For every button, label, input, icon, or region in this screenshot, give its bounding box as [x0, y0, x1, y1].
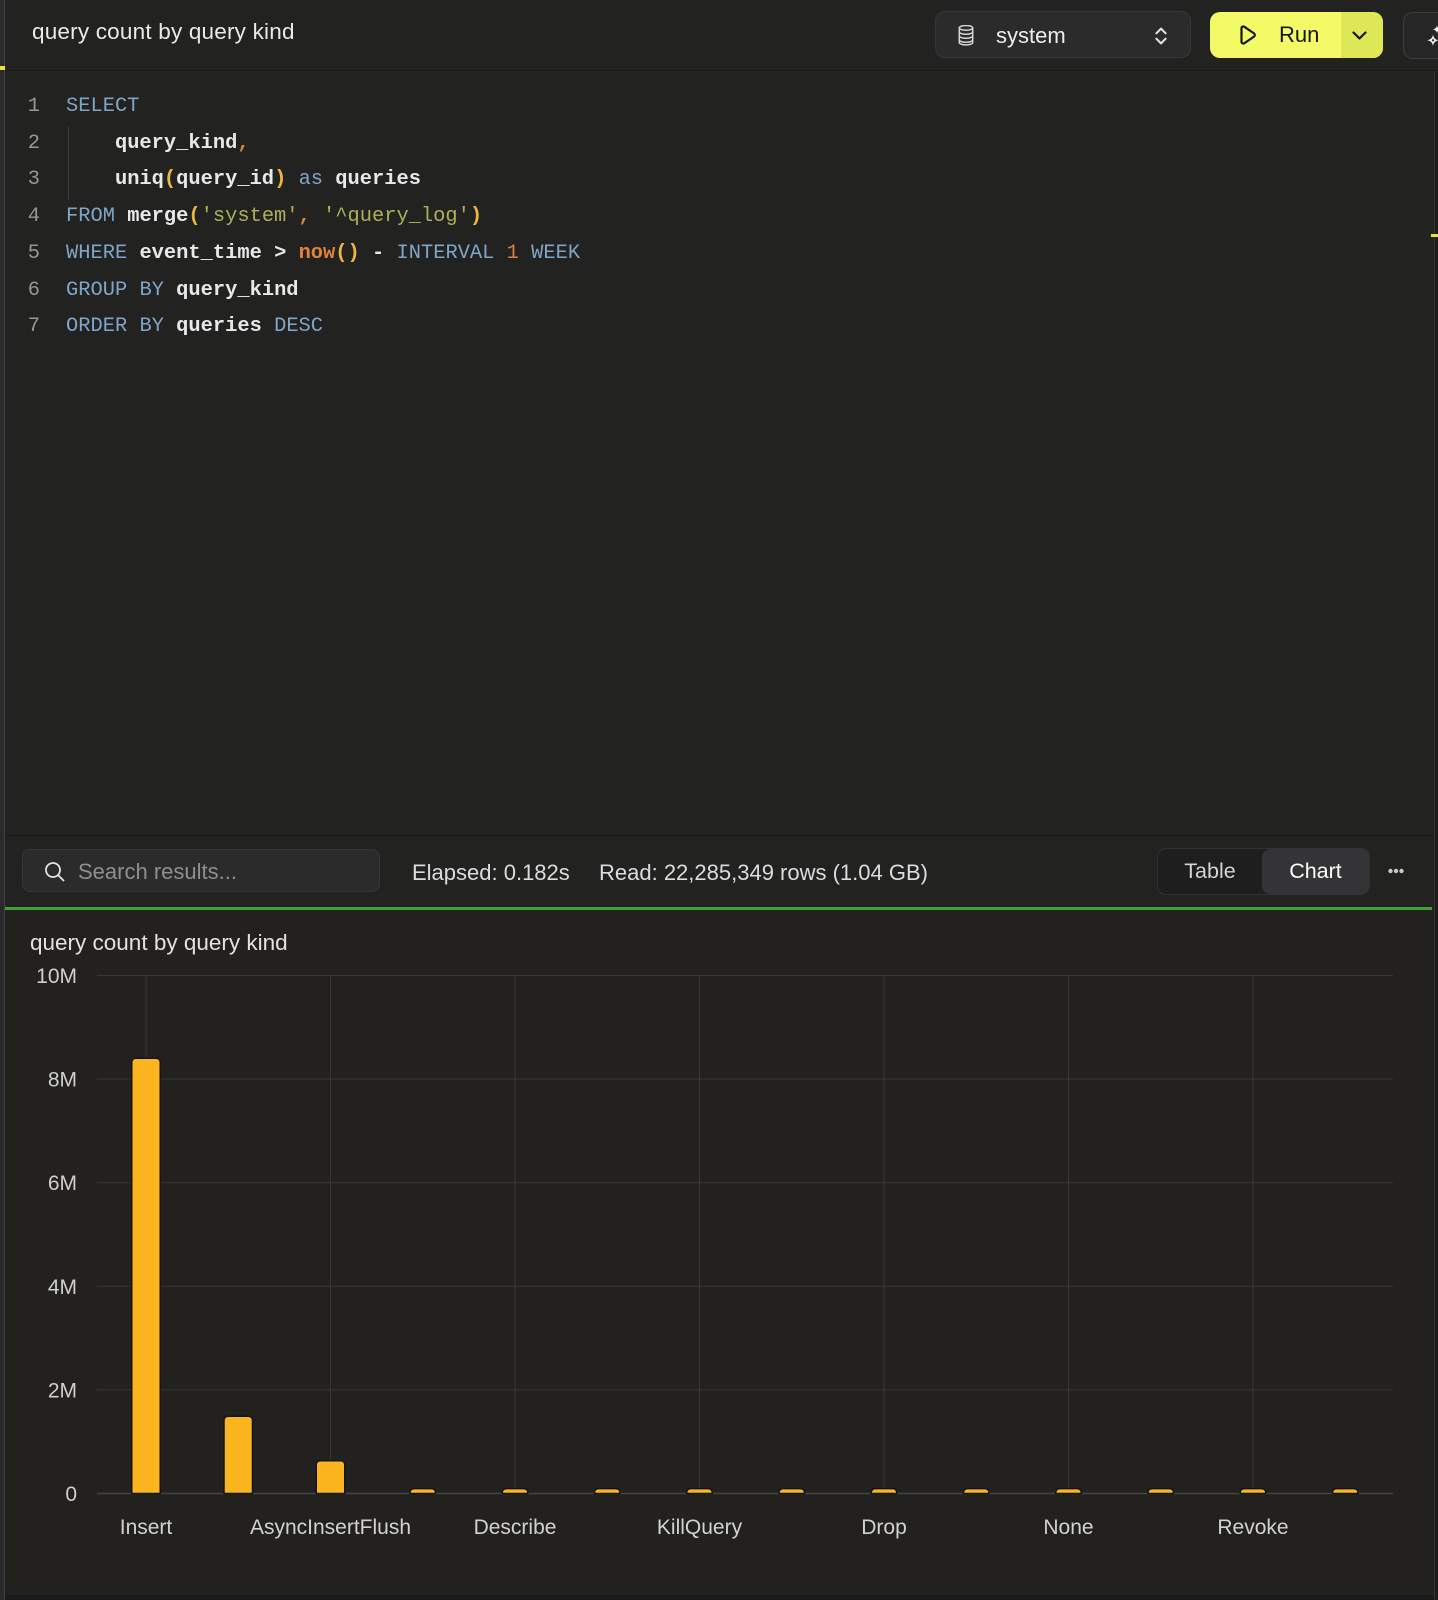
svg-text:None: None: [1043, 1516, 1093, 1539]
svg-text:Drop: Drop: [861, 1516, 907, 1539]
svg-text:Describe: Describe: [474, 1516, 557, 1539]
svg-text:Insert: Insert: [120, 1516, 173, 1539]
svg-text:Revoke: Revoke: [1217, 1516, 1288, 1539]
svg-text:6M: 6M: [48, 1172, 77, 1195]
svg-text:10M: 10M: [36, 965, 77, 988]
svg-text:4M: 4M: [48, 1276, 77, 1299]
svg-text:2M: 2M: [48, 1379, 77, 1402]
svg-text:query count by query kind: query count by query kind: [30, 930, 288, 955]
svg-text:AsyncInsertFlush: AsyncInsertFlush: [250, 1516, 411, 1539]
svg-text:0: 0: [65, 1483, 77, 1506]
svg-text:KillQuery: KillQuery: [657, 1516, 743, 1539]
svg-text:8M: 8M: [48, 1069, 77, 1092]
